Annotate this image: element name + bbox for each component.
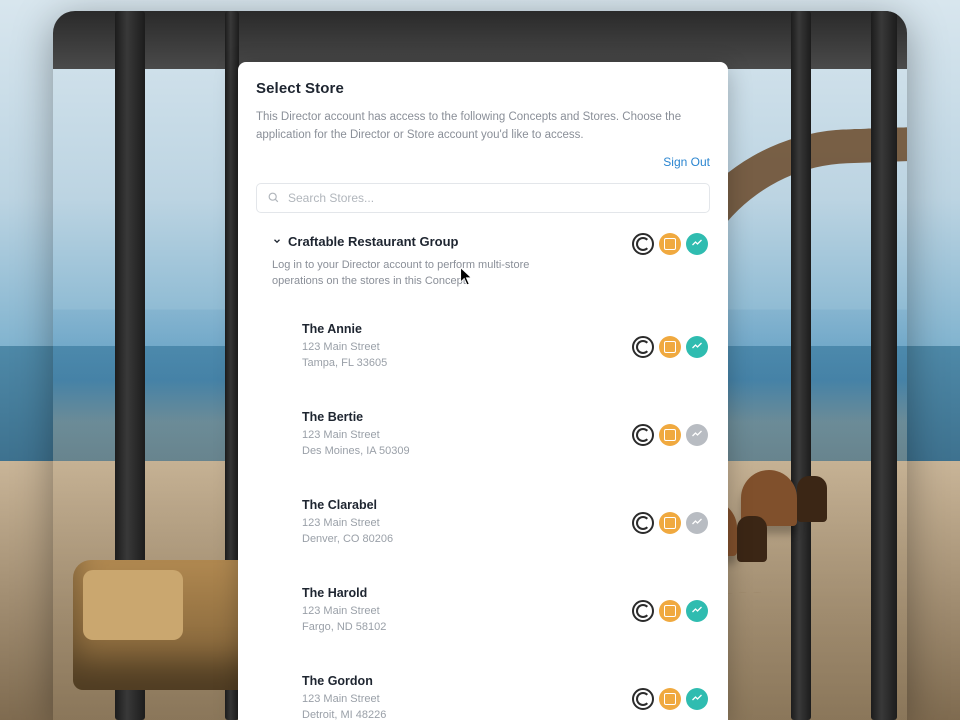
store-address-line2: Detroit, MI 48226: [302, 707, 386, 720]
select-store-modal: Select Store This Director account has a…: [238, 62, 728, 720]
app-c-icon[interactable]: [632, 688, 654, 710]
search-field[interactable]: [256, 183, 710, 213]
search-input[interactable]: [288, 191, 699, 205]
store-list: The Annie123 Main StreetTampa, FL 33605T…: [272, 312, 710, 720]
store-address-line1: 123 Main Street: [302, 691, 386, 708]
app-orders-icon[interactable]: [659, 512, 681, 534]
store-app-icons: [632, 688, 710, 710]
app-analytics-icon[interactable]: [686, 600, 708, 622]
store-app-icons: [632, 512, 710, 534]
store-name: The Harold: [302, 586, 386, 600]
app-orders-icon[interactable]: [659, 688, 681, 710]
chevron-down-icon: [272, 233, 282, 251]
app-analytics-icon[interactable]: [686, 233, 708, 255]
store-name: The Annie: [302, 322, 387, 336]
store-row[interactable]: The Clarabel 123 Main StreetDenver, CO 80…: [272, 488, 710, 558]
store-row[interactable]: The Annie 123 Main StreetTampa, FL 33605: [272, 312, 710, 382]
store-address-line2: Des Moines, IA 50309: [302, 443, 410, 460]
app-c-icon[interactable]: [632, 600, 654, 622]
store-app-icons: [632, 336, 710, 358]
concept-subtitle: Log in to your Director account to perfo…: [272, 257, 552, 290]
app-c-icon[interactable]: [632, 336, 654, 358]
store-name: The Gordon: [302, 674, 386, 688]
store-address-line1: 123 Main Street: [302, 603, 386, 620]
modal-description: This Director account has access to the …: [256, 109, 710, 145]
store-address-line2: Tampa, FL 33605: [302, 355, 387, 372]
store-name: The Clarabel: [302, 498, 393, 512]
search-icon: [267, 191, 280, 204]
concept-toggle[interactable]: Craftable Restaurant Group: [272, 233, 552, 251]
store-row[interactable]: The Harold 123 Main StreetFargo, ND 58102: [272, 576, 710, 646]
store-app-icons: [632, 424, 710, 446]
app-c-icon[interactable]: [632, 233, 654, 255]
concept-name: Craftable Restaurant Group: [288, 234, 458, 249]
store-address-line2: Denver, CO 80206: [302, 531, 393, 548]
app-analytics-icon[interactable]: [686, 336, 708, 358]
modal-title: Select Store: [256, 80, 710, 97]
store-name: The Bertie: [302, 410, 410, 424]
app-orders-icon[interactable]: [659, 600, 681, 622]
app-analytics-icon[interactable]: [686, 512, 708, 534]
store-address-line2: Fargo, ND 58102: [302, 619, 386, 636]
app-orders-icon[interactable]: [659, 336, 681, 358]
store-address-line1: 123 Main Street: [302, 339, 387, 356]
app-c-icon[interactable]: [632, 512, 654, 534]
store-row[interactable]: The Bertie 123 Main StreetDes Moines, IA …: [272, 400, 710, 470]
sign-out-link[interactable]: Sign Out: [663, 155, 710, 169]
store-address-line1: 123 Main Street: [302, 515, 393, 532]
store-app-icons: [632, 600, 710, 622]
app-orders-icon[interactable]: [659, 233, 681, 255]
app-orders-icon[interactable]: [659, 424, 681, 446]
concept-app-icons: [632, 233, 710, 255]
store-row[interactable]: The Gordon 123 Main StreetDetroit, MI 482…: [272, 664, 710, 720]
store-address-line1: 123 Main Street: [302, 427, 410, 444]
app-c-icon[interactable]: [632, 424, 654, 446]
app-analytics-icon[interactable]: [686, 424, 708, 446]
app-analytics-icon[interactable]: [686, 688, 708, 710]
